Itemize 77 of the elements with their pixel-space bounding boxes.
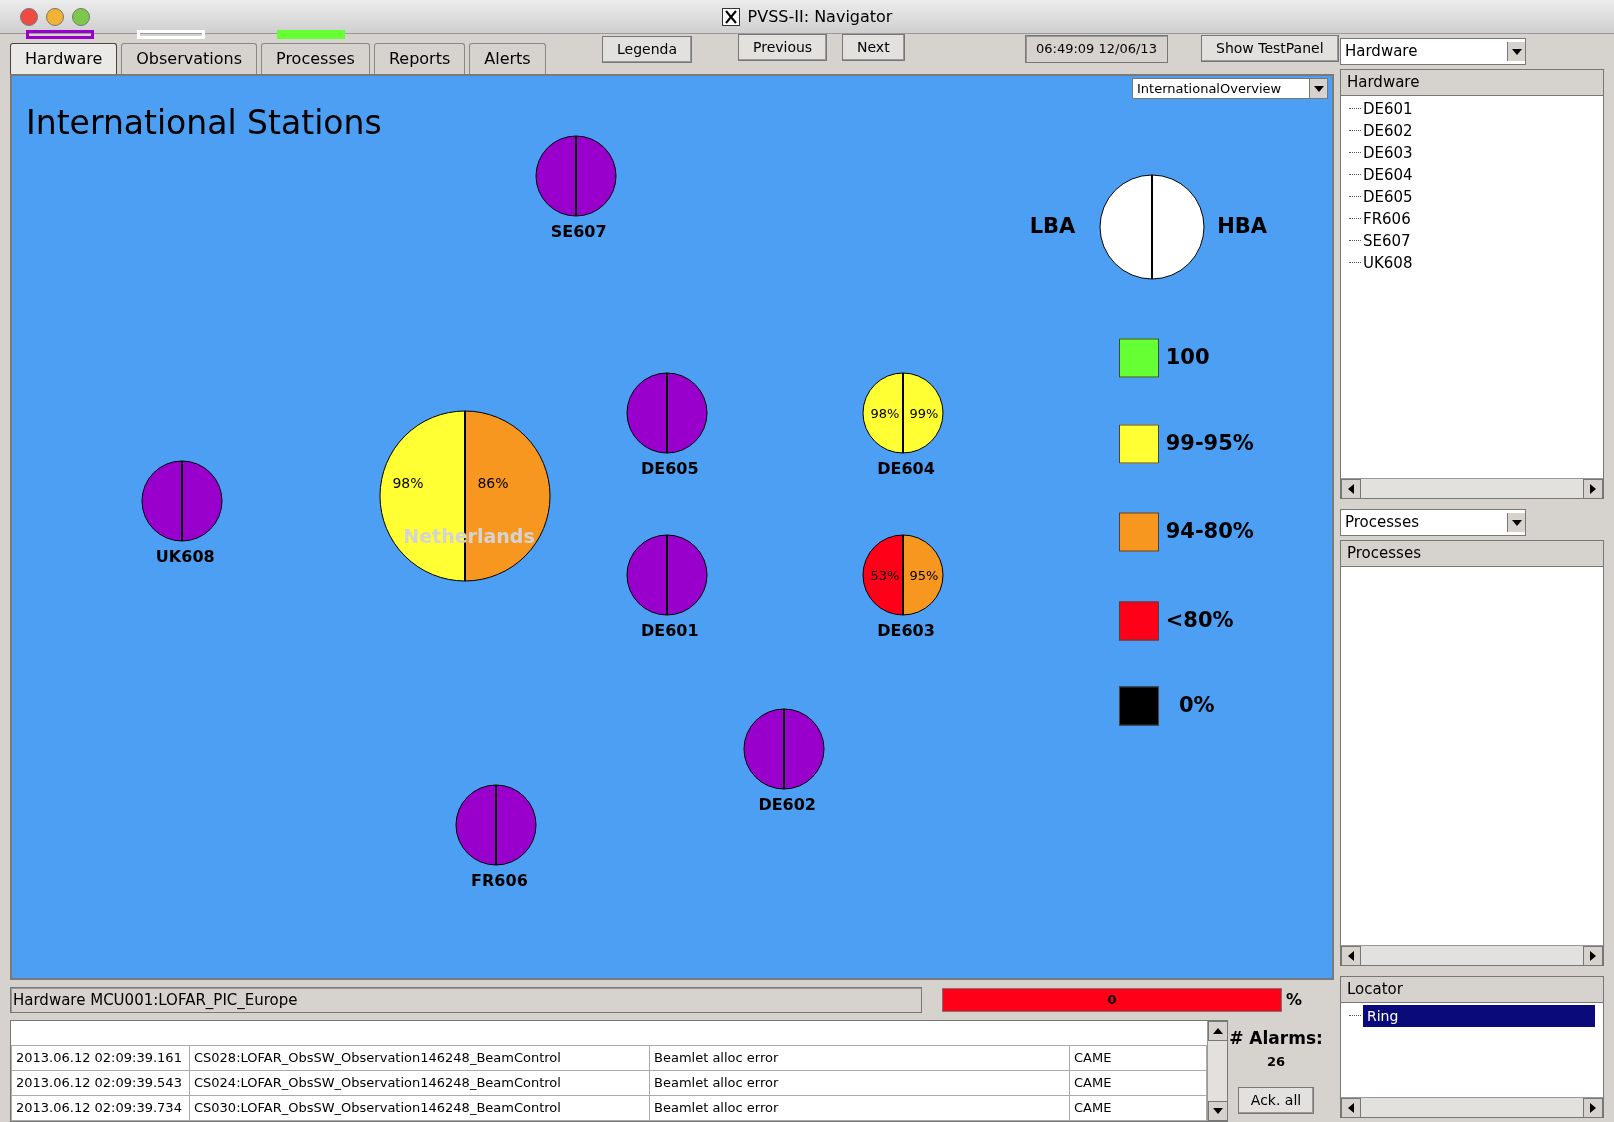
tree-item[interactable]: DE605 [1363, 185, 1413, 208]
scroll-right-button[interactable] [1583, 1098, 1603, 1118]
table-cell: Beamlet alloc error [649, 1095, 1070, 1121]
station-label: SE607 [550, 221, 607, 244]
legend-label: 0% [1178, 692, 1215, 719]
table-cell: CS030:LOFAR_ObsSW_Observation146248_BeamControl [189, 1095, 650, 1121]
previous-button[interactable]: Previous [738, 34, 828, 61]
legend-label: 100 [1165, 343, 1210, 371]
tab[interactable]: Observations [121, 43, 257, 74]
scroll-left-button[interactable] [1341, 1098, 1361, 1118]
clock-display: 06:49:09 12/06/13 [1025, 35, 1168, 63]
alarm-count: 26 [1266, 1052, 1286, 1071]
table-cell: CAME [1069, 1070, 1207, 1096]
tree-item[interactable]: DE603 [1363, 141, 1413, 164]
scroll-left-button[interactable] [1341, 946, 1361, 966]
minimize-button[interactable] [46, 8, 64, 26]
window-title: PVSS-II: Navigator [747, 5, 893, 28]
tab[interactable]: Hardware [10, 43, 118, 74]
x-window-icon [721, 7, 740, 26]
panel-header: Processes [1341, 541, 1603, 567]
lba-reading: 98% [870, 406, 900, 422]
panel-header: Hardware [1341, 70, 1603, 96]
legend-label: 94-80% [1165, 517, 1254, 545]
tree-item[interactable]: DE604 [1363, 163, 1413, 186]
scroll-up-button[interactable] [1208, 1021, 1228, 1041]
table-cell: CS028:LOFAR_ObsSW_Observation146248_BeamControl [189, 1045, 650, 1071]
tree-item[interactable]: Ring [1363, 1004, 1595, 1027]
scroll-left-button[interactable] [1341, 479, 1361, 499]
lba-legend-label: LBA [1029, 212, 1076, 240]
scroll-down-button[interactable] [1208, 1101, 1228, 1121]
table-cell: CAME [1069, 1095, 1207, 1121]
hardware-dropdown[interactable]: Hardware [1340, 38, 1526, 65]
station-label: DE605 [640, 458, 699, 481]
tree-item[interactable]: UK608 [1363, 251, 1413, 274]
legend-label: 99-95% [1165, 430, 1254, 458]
lba-reading: 98% [392, 474, 424, 491]
tree-item[interactable]: DE602 [1363, 119, 1413, 142]
station-label: FR606 [471, 869, 528, 892]
tab[interactable]: Alerts [469, 43, 546, 74]
table-cell: 2013.06.12 02:09:39.543 [11, 1070, 190, 1096]
station-label: DE602 [758, 794, 816, 817]
scroll-right-button[interactable] [1583, 479, 1603, 499]
table-cell: Beamlet alloc error [649, 1045, 1070, 1071]
tab[interactable]: Processes [261, 43, 370, 74]
legend-button[interactable]: Legenda [602, 36, 692, 63]
processes-dropdown[interactable]: Processes [1340, 509, 1526, 536]
percent-label: % [1286, 989, 1303, 1012]
tree-item[interactable]: DE601 [1363, 97, 1413, 120]
tree-item[interactable]: SE607 [1363, 229, 1411, 252]
station-label: DE601 [640, 619, 699, 642]
station-label: UK608 [155, 545, 215, 568]
path-field: Hardware MCU001:LOFAR_PIC_Europe [10, 987, 922, 1014]
hba-reading: 86% [477, 474, 509, 491]
lba-reading: 53% [870, 567, 900, 583]
zoom-button[interactable] [72, 8, 90, 26]
station-label: DE604 [877, 458, 935, 481]
tab[interactable]: Reports [373, 43, 466, 74]
hba-legend-label: HBA [1217, 212, 1267, 240]
panel-header: Locator [1341, 977, 1603, 1003]
hba-reading: 95% [909, 567, 939, 583]
next-button[interactable]: Next [842, 34, 905, 61]
table-cell: CAME [1069, 1045, 1207, 1071]
table-cell: Beamlet alloc error [649, 1070, 1070, 1096]
table-cell: 2013.06.12 02:09:39.161 [11, 1045, 190, 1071]
close-button[interactable] [20, 8, 38, 26]
view-dropdown[interactable]: InternationalOverview [1132, 78, 1328, 99]
show-testpanel-button[interactable]: Show TestPanel [1201, 35, 1339, 62]
hba-reading: 99% [909, 406, 939, 422]
tree-item[interactable]: FR606 [1363, 207, 1411, 230]
legend-label: <80% [1165, 607, 1234, 635]
table-cell: CS024:LOFAR_ObsSW_Observation146248_BeamControl [189, 1070, 650, 1096]
map-title: International Stations [26, 102, 382, 144]
scroll-right-button[interactable] [1583, 946, 1603, 966]
station-label: DE603 [877, 619, 935, 642]
ack-all-button[interactable]: Ack. all [1237, 1087, 1315, 1114]
table-cell: 2013.06.12 02:09:39.734 [11, 1095, 190, 1121]
alarm-count-label: # Alarms: [1229, 1027, 1323, 1050]
